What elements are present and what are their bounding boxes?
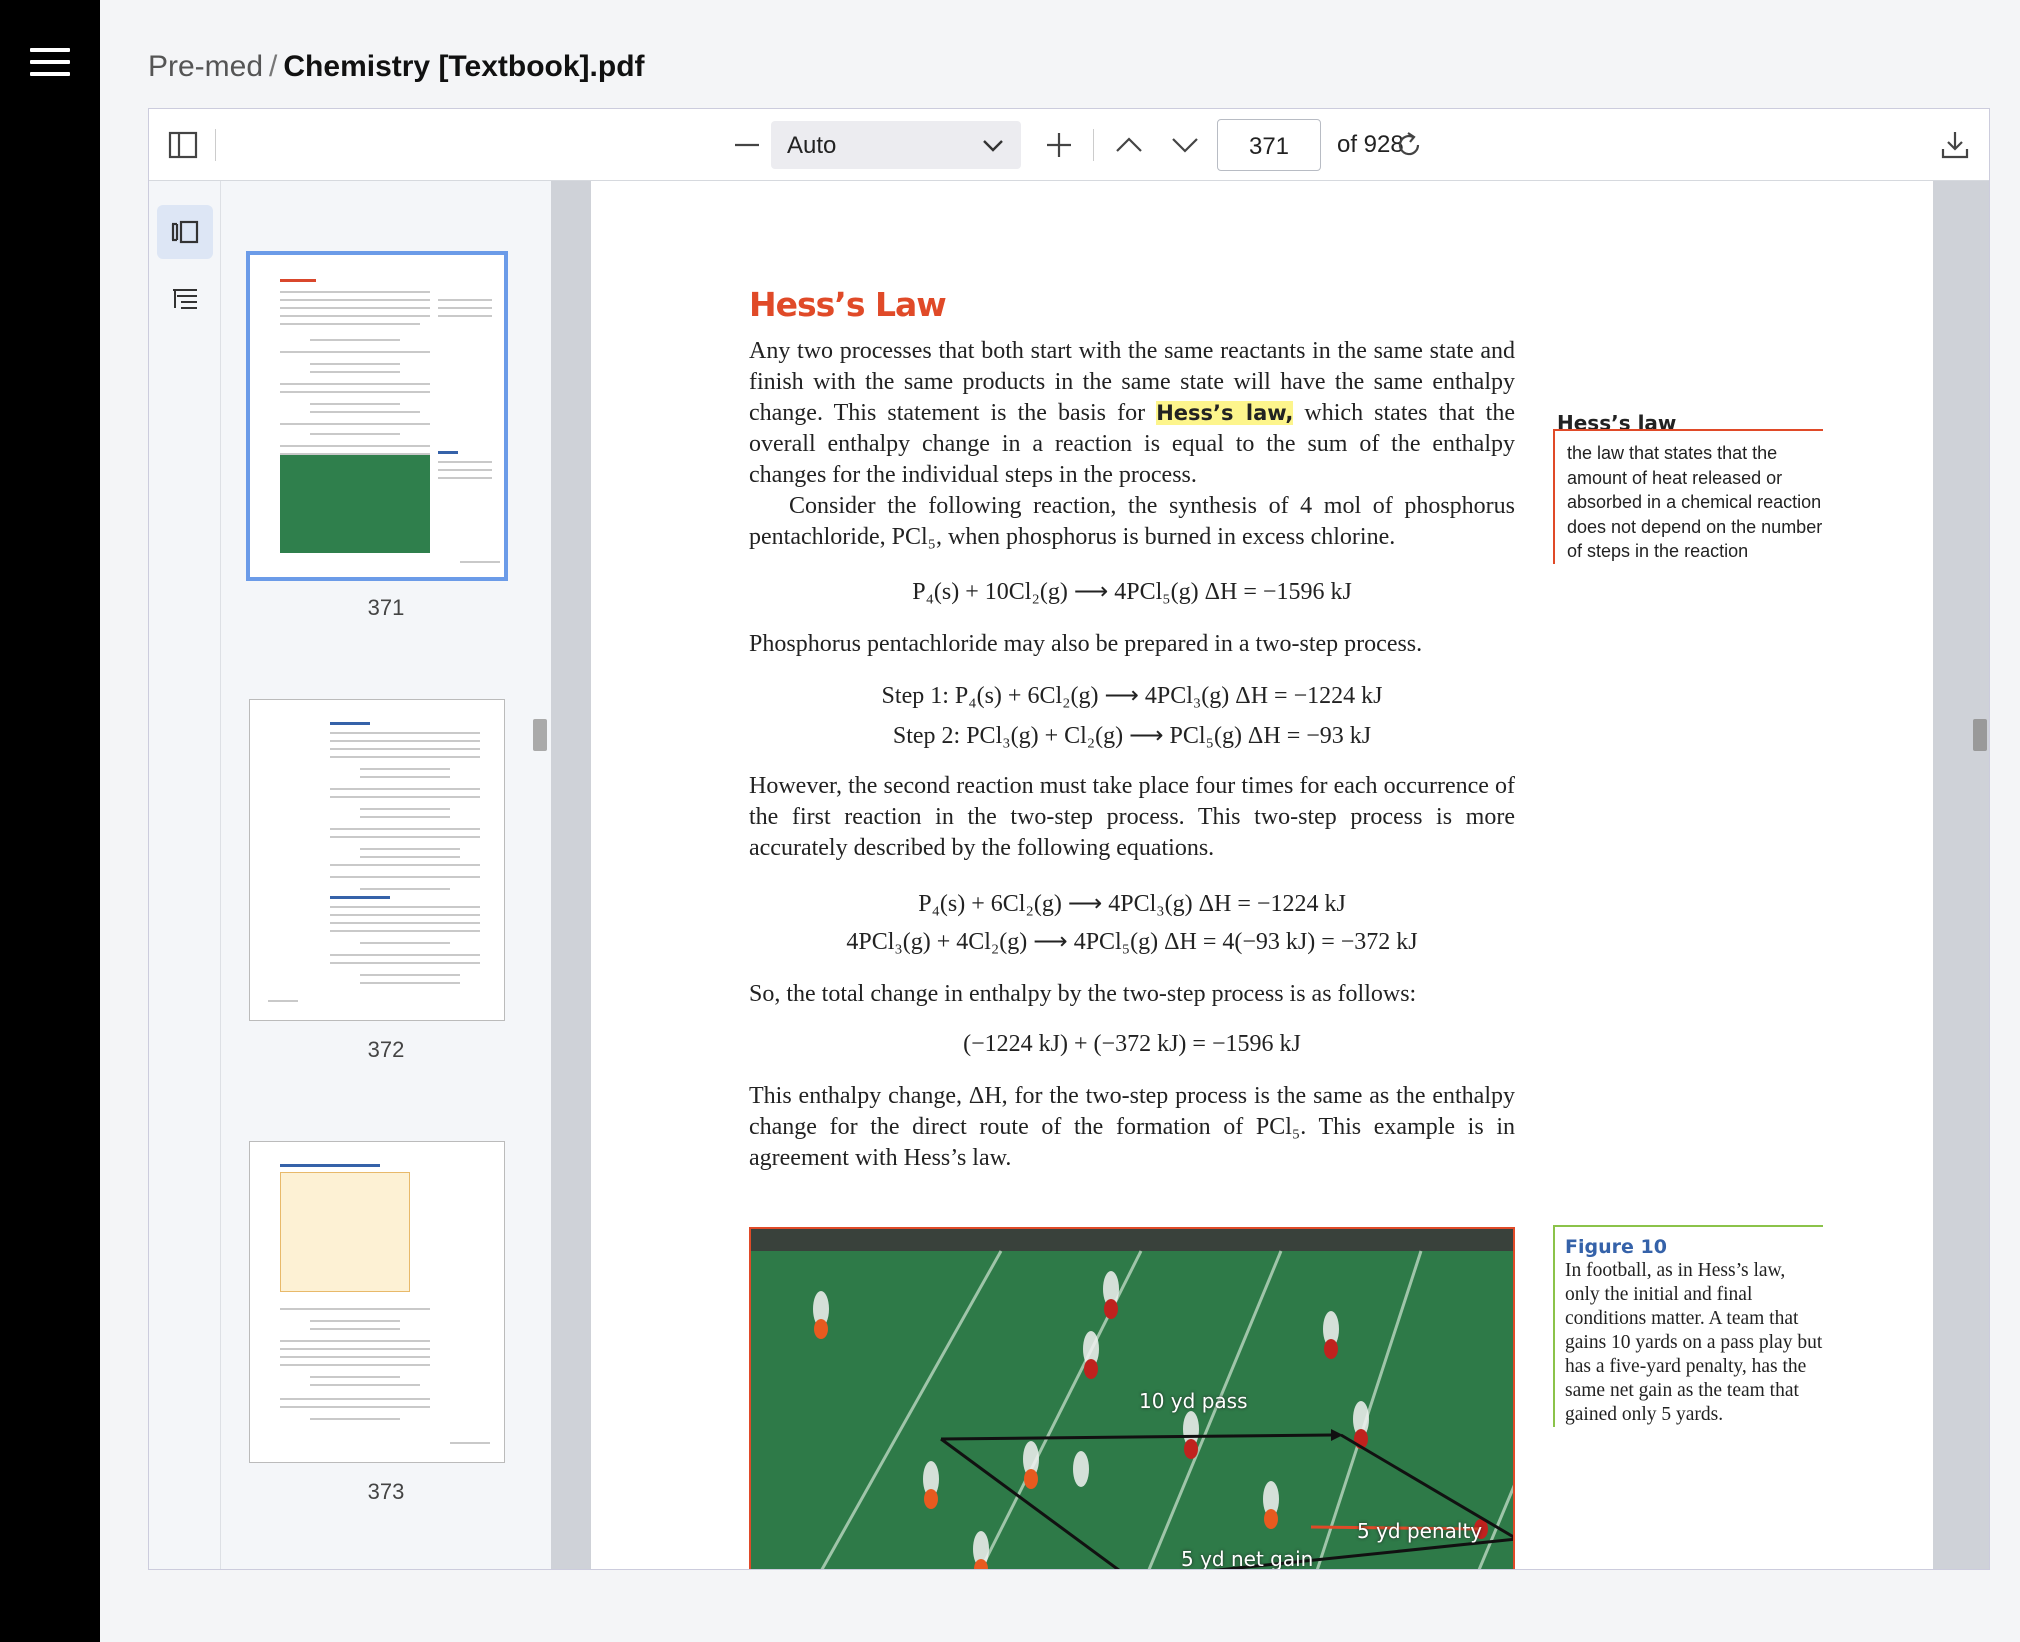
thumbnails-icon xyxy=(171,220,199,244)
figure-caption-text: In football, as in Hess’s law, only the … xyxy=(1565,1260,1823,1425)
plus-icon xyxy=(1047,133,1071,157)
breadcrumb-file: Chemistry [Textbook].pdf xyxy=(283,50,645,83)
download-button[interactable] xyxy=(1931,121,1979,169)
figure-label-penalty: 5 yd penalty xyxy=(1357,1519,1483,1543)
figure-caption: Figure 10 In football, as in Hess’s law,… xyxy=(1553,1225,1823,1427)
breadcrumb-folder[interactable]: Pre-med xyxy=(148,50,263,83)
next-page-button[interactable] xyxy=(1161,121,1209,169)
viewer-toolbar: Auto 371 of 928 xyxy=(149,109,1989,181)
thumbnail-page-373[interactable] xyxy=(249,1141,505,1463)
thumbnail-number: 373 xyxy=(367,1479,405,1504)
figure-label-pass: 10 yd pass xyxy=(1139,1389,1248,1413)
paragraph-4: However, the second reaction must take p… xyxy=(749,773,1515,861)
thumbnail-number: 371 xyxy=(367,595,405,620)
app-left-rail xyxy=(0,0,100,1642)
outline-icon xyxy=(173,289,197,309)
chevron-up-icon xyxy=(1116,137,1142,152)
thumbnails-tab[interactable] xyxy=(157,205,213,259)
figure-football-photo: 10 yd pass 5 yd penalty 5 yd net gain xyxy=(749,1227,1515,1570)
equation-2b: 4PCl₃(g) + 4Cl₂(g) ⟶ 4PCl₅(g) ΔH = 4(−93… xyxy=(846,929,1418,955)
rotate-button[interactable] xyxy=(1385,121,1433,169)
equation-1: P₄(s) + 10Cl₂(g) ⟶ 4PCl₅(g) ΔH = −1596 k… xyxy=(912,579,1352,605)
figure-number: Figure 10 xyxy=(1565,1236,1667,1258)
outline-tab[interactable] xyxy=(157,273,213,327)
sidebar-toggle-icon[interactable] xyxy=(159,121,207,169)
thumbnail-panel: 371 372 373 xyxy=(221,181,551,1569)
paragraph-1: Any two processes that both start with t… xyxy=(749,336,1515,553)
thumbnail-figure xyxy=(280,455,430,553)
margin-glossary-definition: the law that states that the amount of h… xyxy=(1553,429,1823,564)
pdf-viewer: Auto 371 of 928 371 372 373 Hess’s Law A… xyxy=(148,108,1990,1570)
download-icon xyxy=(1941,132,1969,159)
highlighted-term: Hess’s law, xyxy=(1156,401,1294,425)
equation-2a: P₄(s) + 6Cl₂(g) ⟶ 4PCl₃(g) ΔH = −1224 kJ xyxy=(918,891,1346,917)
document-area: Hess’s Law Any two processes that both s… xyxy=(591,181,1989,1570)
minus-icon xyxy=(735,143,759,147)
section-title: Hess’s Law xyxy=(749,285,947,324)
page-number-input[interactable]: 371 xyxy=(1217,119,1321,171)
equation-step-1: Step 1: P₄(s) + 6Cl₂(g) ⟶ 4PCl₃(g) ΔH = … xyxy=(881,683,1383,709)
breadcrumb-separator: / xyxy=(269,50,278,83)
zoom-value: Auto xyxy=(787,132,837,159)
previous-page-button[interactable] xyxy=(1105,121,1153,169)
zoom-out-button[interactable] xyxy=(723,121,771,169)
thumbnail-number: 372 xyxy=(367,1037,405,1062)
zoom-select[interactable]: Auto xyxy=(771,121,1021,169)
thumbnail-page-371[interactable] xyxy=(246,251,508,581)
scrollbar-thumb[interactable] xyxy=(1973,719,1987,751)
hamburger-icon[interactable] xyxy=(30,48,70,78)
thumbnail-table xyxy=(280,1172,410,1292)
pdf-page: Hess’s Law Any two processes that both s… xyxy=(591,181,1933,1570)
document-scrollbar[interactable] xyxy=(1933,181,1989,1569)
figure-label-net-gain: 5 yd net gain xyxy=(1181,1547,1314,1570)
chevron-down-icon xyxy=(983,140,1003,152)
paragraph-5: So, the total change in enthalpy by the … xyxy=(749,981,1417,1007)
chevron-down-icon xyxy=(1172,138,1198,153)
equation-3: (−1224 kJ) + (−372 kJ) = −1596 kJ xyxy=(963,1031,1301,1057)
paragraph-3: Phosphorus pentachloride may also be pre… xyxy=(749,631,1423,657)
sidebar-resize-handle[interactable] xyxy=(533,719,547,751)
sidebar-splitter[interactable] xyxy=(551,181,591,1569)
paragraph-2: Consider the following reaction, the syn… xyxy=(749,493,1515,550)
equation-step-2: Step 2: PCl₃(g) + Cl₂(g) ⟶ PCl₅(g) ΔH = … xyxy=(892,723,1372,749)
paragraph-6: This enthalpy change, ΔH, for the two-st… xyxy=(749,1083,1515,1171)
rotate-icon xyxy=(1398,132,1420,156)
sidebar-tabs xyxy=(149,181,221,1569)
breadcrumb: Pre-med / Chemistry [Textbook].pdf xyxy=(148,50,645,84)
thumbnail-page-372[interactable] xyxy=(249,699,505,1021)
zoom-in-button[interactable] xyxy=(1035,121,1083,169)
